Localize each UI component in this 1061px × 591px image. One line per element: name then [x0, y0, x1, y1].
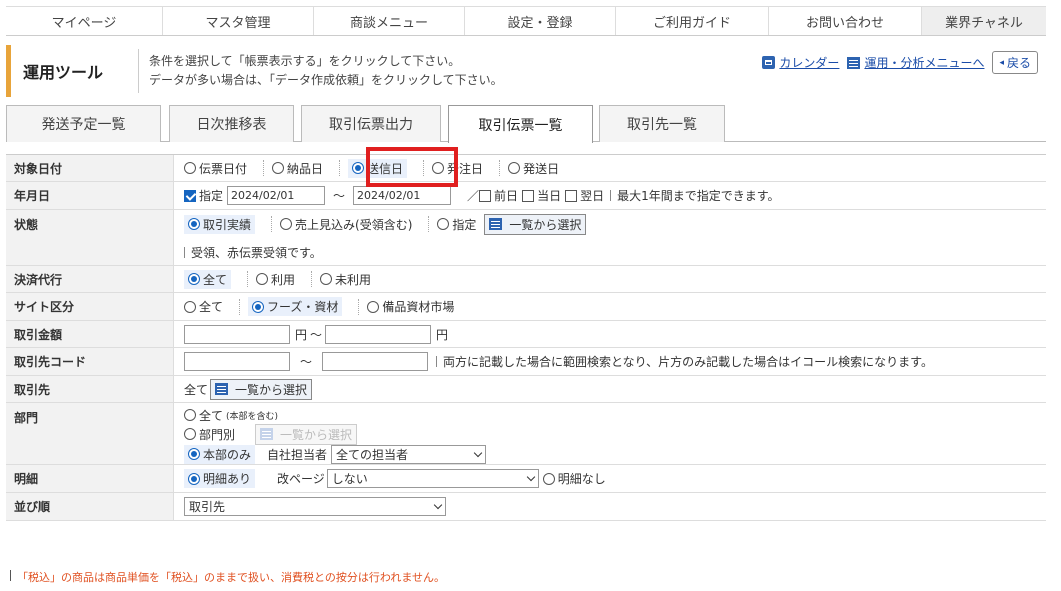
tab-supplier-list[interactable]: 取引先一覧 — [599, 105, 725, 142]
row-detail: 明細 明細あり 改ページ しない 明細なし — [6, 465, 1046, 493]
today-checkbox[interactable] — [522, 189, 535, 202]
specify-date-checkbox[interactable] — [184, 189, 196, 202]
nav-settings[interactable]: 設定・登録 — [465, 7, 616, 35]
analysis-menu-label: 運用・分析メニューへ — [864, 56, 985, 70]
radio-detail-yes[interactable]: 明細あり — [184, 469, 256, 488]
sort-order-select[interactable]: 取引先 — [184, 497, 446, 516]
nav-mypage[interactable]: マイページ — [6, 7, 163, 35]
nav-shodan[interactable]: 商談メニュー — [314, 7, 465, 35]
chevron-down-icon — [526, 472, 536, 482]
back-button-label: 戻る — [1006, 56, 1031, 70]
list-icon — [489, 218, 503, 230]
tab-slip-list[interactable]: 取引伝票一覧 — [448, 105, 593, 143]
radio-status-specify[interactable]: 指定 — [437, 216, 476, 233]
label-target-date: 対象日付 — [6, 155, 174, 181]
code-to-input[interactable] — [322, 352, 429, 371]
row-department: 部門 全て (本部を含む) 部門別 一覧から選択 本部のみ 自社担当者 全ての担当… — [6, 403, 1046, 465]
date-note: 最大1年間まで指定できます。 — [617, 189, 780, 203]
amount-from-input[interactable] — [184, 324, 290, 344]
date-from-input[interactable]: 2024/02/01 — [227, 186, 326, 205]
label-supplier-code: 取引先コード — [6, 348, 174, 375]
radio-ship-date[interactable]: 発送日 — [508, 160, 559, 177]
row-payment-agency: 決済代行 全て 利用 未利用 — [6, 266, 1046, 293]
status-note: 受領、赤伝票受領です。 — [191, 245, 322, 260]
calendar-link-label: カレンダー — [779, 56, 840, 70]
tab-bar: 発送予定一覧 日次推移表 取引伝票出力 取引伝票一覧 取引先一覧 — [6, 105, 1046, 143]
label-payment-agency: 決済代行 — [6, 266, 174, 292]
row-supplier: 取引先 全て 一覧から選択 — [6, 376, 1046, 403]
list-icon — [847, 56, 861, 69]
nav-channel[interactable]: 業界チャネル — [922, 7, 1046, 35]
row-supplier-code: 取引先コード 〜 両方に記載した場合に範囲検索となり、片方のみ記載した場合はイコ… — [6, 348, 1046, 376]
radio-sales-forecast[interactable]: 売上見込み(受領含む) — [280, 216, 412, 233]
supplier-select-button[interactable]: 一覧から選択 — [210, 378, 313, 400]
row-target-date: 対象日付 伝票日付 納品日 送信日 発注日 発送日 — [6, 155, 1046, 182]
radio-detail-no[interactable]: 明細なし — [542, 470, 606, 487]
radio-site-foods[interactable]: フーズ・資材 — [248, 297, 343, 316]
calendar-link[interactable]: カレンダー — [762, 54, 839, 71]
status-select-button[interactable]: 一覧から選択 — [484, 213, 587, 235]
date-to-input[interactable]: 2024/02/01 — [353, 186, 452, 205]
calendar-icon — [762, 56, 776, 69]
back-button[interactable]: ◂ 戻る — [992, 51, 1038, 74]
row-site-division: サイト区分 全て フーズ・資材 備品資材市場 — [6, 293, 1046, 321]
prev-day-checkbox[interactable] — [479, 189, 492, 202]
page-title: 運用ツール — [6, 45, 136, 97]
header-message-line2: データが多い場合は、「データ作成依頼」をクリックして下さい。 — [149, 73, 503, 87]
label-site-division: サイト区分 — [6, 293, 174, 320]
header-divider — [138, 49, 139, 93]
highlight-box — [366, 147, 458, 187]
radio-payment-use[interactable]: 利用 — [256, 271, 295, 288]
label-department: 部門 — [6, 403, 174, 464]
back-arrow-icon: ◂ — [999, 57, 1004, 68]
row-amount: 取引金額 円 〜 円 — [6, 321, 1046, 348]
staff-select[interactable]: 全ての担当者 — [331, 444, 487, 464]
tab-daily-trend[interactable]: 日次推移表 — [169, 105, 294, 142]
radio-dept-all[interactable]: 全て (本部を含む) — [184, 407, 278, 424]
label-amount: 取引金額 — [6, 321, 174, 347]
next-day-checkbox[interactable] — [565, 189, 578, 202]
radio-payment-all[interactable]: 全て — [184, 269, 232, 289]
radio-site-all[interactable]: 全て — [184, 298, 223, 315]
chevron-down-icon — [473, 448, 483, 457]
nav-contact[interactable]: お問い合わせ — [769, 7, 922, 35]
radio-slip-date[interactable]: 伝票日付 — [184, 160, 247, 177]
radio-transaction-result[interactable]: 取引実績 — [184, 214, 256, 234]
dept-select-button[interactable]: 一覧から選択 — [255, 423, 358, 445]
radio-site-equipment[interactable]: 備品資材市場 — [367, 298, 454, 315]
amount-to-input[interactable] — [325, 324, 432, 344]
tab-shipping-schedule[interactable]: 発送予定一覧 — [6, 105, 161, 142]
tab-slip-output[interactable]: 取引伝票出力 — [301, 105, 441, 142]
row-status: 状態 取引実績 売上見込み(受領含む) 指定 一覧から選択 受領、赤伝票受領です… — [6, 210, 1046, 266]
code-note: 両方に記載した場合に範囲検索となり、片方のみ記載した場合はイコール検索になります… — [443, 355, 933, 369]
footer-note: 「税込」の商品は商品単価を「税込」のままで扱い、消費税との按分は行われません。 — [10, 569, 445, 585]
radio-payment-unused[interactable]: 未利用 — [320, 271, 371, 288]
header-message-line1: 条件を選択して「帳票表示する」をクリックして下さい。 — [149, 54, 461, 68]
row-sort-order: 並び順 取引先 — [6, 493, 1046, 521]
row-date: 年月日 指定 2024/02/01 〜 2024/02/01 ／ 前日 当日 翌… — [6, 182, 1046, 210]
radio-delivery-date[interactable]: 納品日 — [272, 160, 323, 177]
list-icon — [215, 383, 229, 395]
search-form: 対象日付 伝票日付 納品日 送信日 発注日 発送日 年月日 指定 2024/02… — [6, 154, 1046, 521]
label-date: 年月日 — [6, 182, 174, 209]
analysis-menu-link[interactable]: 運用・分析メニューへ — [847, 54, 984, 71]
label-sort-order: 並び順 — [6, 493, 174, 520]
label-supplier: 取引先 — [6, 376, 174, 402]
label-detail: 明細 — [6, 465, 174, 492]
label-status: 状態 — [6, 210, 174, 265]
nav-guide[interactable]: ご利用ガイド — [616, 7, 769, 35]
page-break-select[interactable]: しない — [326, 469, 539, 488]
header-links: カレンダー 運用・分析メニューへ ◂ 戻る — [762, 51, 1038, 74]
list-icon — [260, 428, 274, 440]
code-from-input[interactable] — [184, 352, 290, 371]
nav-master[interactable]: マスタ管理 — [163, 7, 314, 35]
top-navigation: マイページ マスタ管理 商談メニュー 設定・登録 ご利用ガイド お問い合わせ 業… — [6, 6, 1046, 36]
chevron-down-icon — [433, 500, 443, 510]
radio-dept-specific[interactable]: 部門別 — [184, 426, 235, 443]
radio-dept-hq[interactable]: 本部のみ — [184, 444, 256, 464]
page-header: 運用ツール 条件を選択して「帳票表示する」をクリックして下さい。 データが多い場… — [6, 45, 1046, 97]
header-message: 条件を選択して「帳票表示する」をクリックして下さい。 データが多い場合は、「デー… — [149, 52, 503, 90]
